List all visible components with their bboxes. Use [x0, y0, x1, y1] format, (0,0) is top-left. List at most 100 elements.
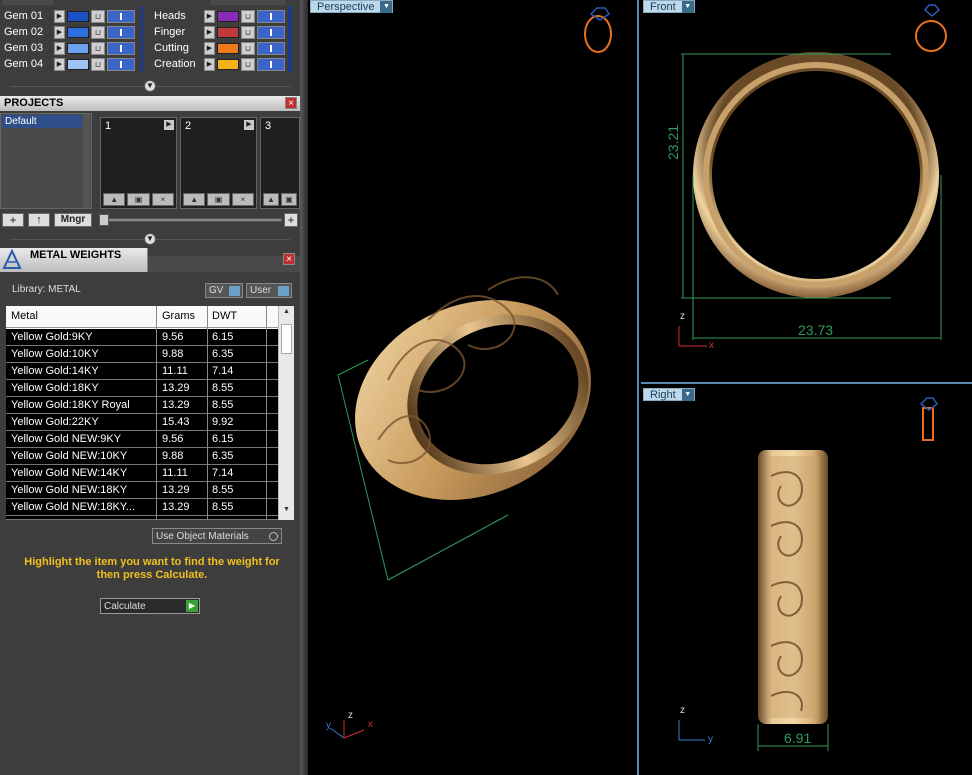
layer-visibility-toggle[interactable] [257, 10, 285, 23]
use-object-materials-toggle[interactable]: Use Object Materials [152, 528, 282, 544]
calculate-button[interactable]: Calculate ▶ [100, 598, 200, 614]
collapse-toggle-projects[interactable]: ▼ [144, 233, 156, 245]
table-row[interactable]: Yellow Gold NEW:18KY... 13.29 8.55 [6, 499, 278, 516]
table-row[interactable]: Yellow Gold:9KY 9.56 6.15 [6, 329, 278, 346]
scroll-up-icon[interactable]: ▲ [280, 308, 293, 320]
manager-button[interactable]: Mngr [54, 213, 92, 227]
lock-icon[interactable]: ⊔ [241, 58, 255, 71]
table-row-partial[interactable] [6, 516, 278, 520]
front-viewport[interactable]: Front ▼ 23.21 23.73 z x [641, 0, 972, 384]
column-header-dwt[interactable]: DWT [212, 310, 237, 322]
slot-up-icon[interactable]: ▲ [183, 193, 206, 206]
project-list-scrollbar[interactable] [83, 114, 90, 208]
lock-icon[interactable]: ⊔ [241, 26, 255, 39]
project-slot[interactable]: 3 ▲ ▣ [260, 117, 300, 209]
project-slot[interactable]: 2 ▶ ▲ ▣ × [180, 117, 257, 209]
gv-toggle[interactable]: GV [205, 283, 243, 298]
visibility-indicator [270, 61, 272, 68]
layer-expand-icon[interactable]: ▶ [54, 58, 65, 71]
layer-color-swatch[interactable] [67, 43, 89, 54]
user-toggle[interactable]: User [246, 283, 292, 298]
layer-expand-icon[interactable]: ▶ [204, 58, 215, 71]
layer-expand-icon[interactable]: ▶ [204, 10, 215, 23]
lock-icon[interactable]: ⊔ [241, 42, 255, 55]
layer-color-swatch[interactable] [217, 43, 239, 54]
slot-expand-icon[interactable]: ▶ [164, 120, 174, 130]
lock-icon[interactable]: ⊔ [91, 42, 105, 55]
column-header-metal[interactable]: Metal [11, 310, 38, 322]
table-row[interactable]: Yellow Gold:14KY 11.11 7.14 [6, 363, 278, 380]
layer-expand-icon[interactable]: ▶ [204, 42, 215, 55]
front-nav-ring-icon[interactable] [915, 4, 947, 52]
slot-save-icon[interactable]: ▣ [207, 193, 230, 206]
project-list[interactable]: Default [0, 113, 92, 209]
add-project-button[interactable]: + [2, 213, 24, 227]
perspective-nav-cube-icon[interactable] [584, 7, 612, 53]
right-viewport[interactable]: Right ▼ 6.91 z y [641, 386, 972, 775]
layer-row[interactable]: Creation ▶ ⊔ [150, 57, 290, 72]
metal-weights-table[interactable]: Metal Grams DWT Yellow Gold:9KY 9.56 6.15 Y… [6, 306, 294, 520]
column-header-grams[interactable]: Grams [162, 310, 195, 322]
layer-visibility-toggle[interactable] [257, 42, 285, 55]
lock-icon[interactable]: ⊔ [91, 26, 105, 39]
slot-delete-icon[interactable]: × [231, 193, 254, 206]
table-row[interactable]: Yellow Gold:18KY Royal 13.29 8.55 [6, 397, 278, 414]
scroll-down-icon[interactable]: ▼ [280, 506, 293, 518]
layer-top-strip [2, 0, 54, 5]
slot-delete-icon[interactable]: × [151, 193, 174, 206]
perspective-viewport[interactable]: Perspective ▼ y z x [308, 0, 639, 775]
table-row[interactable]: Yellow Gold NEW:14KY 11.11 7.14 [6, 465, 278, 482]
layer-visibility-toggle[interactable] [107, 58, 135, 71]
project-list-item-default[interactable]: Default [2, 115, 82, 128]
lock-icon[interactable]: ⊔ [241, 10, 255, 23]
layer-row[interactable]: Gem 01 ▶ ⊔ [0, 9, 140, 24]
layer-color-swatch[interactable] [67, 27, 89, 38]
layer-color-swatch[interactable] [217, 11, 239, 22]
layer-expand-icon[interactable]: ▶ [54, 10, 65, 23]
layer-visibility-toggle[interactable] [107, 42, 135, 55]
use-object-materials-radio[interactable] [269, 532, 278, 541]
layer-expand-icon[interactable]: ▶ [54, 26, 65, 39]
layer-visibility-toggle[interactable] [257, 58, 285, 71]
layer-color-swatch[interactable] [67, 59, 89, 70]
layer-expand-icon[interactable]: ▶ [204, 26, 215, 39]
table-row[interactable]: Yellow Gold NEW:18KY 13.29 8.55 [6, 482, 278, 499]
metal-weights-close-icon[interactable]: × [283, 253, 295, 265]
lock-icon[interactable]: ⊔ [91, 10, 105, 23]
slot-up-icon[interactable]: ▲ [103, 193, 126, 206]
layer-color-swatch[interactable] [67, 11, 89, 22]
lock-icon[interactable]: ⊔ [91, 58, 105, 71]
scrollbar-thumb[interactable] [281, 324, 292, 354]
project-slot[interactable]: 1 ▶ ▲ ▣ × [100, 117, 177, 209]
zoom-plus-button[interactable]: + [284, 213, 298, 227]
panel-divider[interactable] [300, 0, 308, 775]
layer-row[interactable]: Heads ▶ ⊔ [150, 9, 290, 24]
slot-save-icon[interactable]: ▣ [281, 193, 297, 206]
table-row[interactable]: Yellow Gold:10KY 9.88 6.35 [6, 346, 278, 363]
layer-row[interactable]: Gem 02 ▶ ⊔ [0, 25, 140, 40]
layer-visibility-toggle[interactable] [107, 10, 135, 23]
table-row[interactable]: Yellow Gold:18KY 13.29 8.55 [6, 380, 278, 397]
layer-color-swatch[interactable] [217, 59, 239, 70]
layer-row[interactable]: Gem 03 ▶ ⊔ [0, 41, 140, 56]
layer-expand-icon[interactable]: ▶ [54, 42, 65, 55]
project-zoom-slider[interactable] [100, 218, 282, 222]
table-row[interactable]: Yellow Gold NEW:9KY 9.56 6.15 [6, 431, 278, 448]
layer-visibility-toggle[interactable] [107, 26, 135, 39]
layer-color-swatch[interactable] [217, 27, 239, 38]
collapse-toggle-layers[interactable]: ▼ [144, 80, 156, 92]
layer-row[interactable]: Gem 04 ▶ ⊔ [0, 57, 140, 72]
projects-close-icon[interactable]: × [285, 97, 297, 109]
slot-up-icon[interactable]: ▲ [263, 193, 279, 206]
layer-row[interactable]: Cutting ▶ ⊔ [150, 41, 290, 56]
right-nav-ring-icon[interactable] [919, 397, 939, 441]
layer-row[interactable]: Finger ▶ ⊔ [150, 25, 290, 40]
table-row[interactable]: Yellow Gold:22KY 15.43 9.92 [6, 414, 278, 431]
table-row[interactable]: Yellow Gold NEW:10KY 9.88 6.35 [6, 448, 278, 465]
layer-visibility-toggle[interactable] [257, 26, 285, 39]
slot-expand-icon[interactable]: ▶ [244, 120, 254, 130]
project-zoom-slider-handle[interactable] [99, 214, 109, 226]
slot-save-icon[interactable]: ▣ [127, 193, 150, 206]
move-up-button[interactable]: ↑ [28, 213, 50, 227]
table-scrollbar[interactable]: ▲ ▼ [278, 306, 294, 520]
